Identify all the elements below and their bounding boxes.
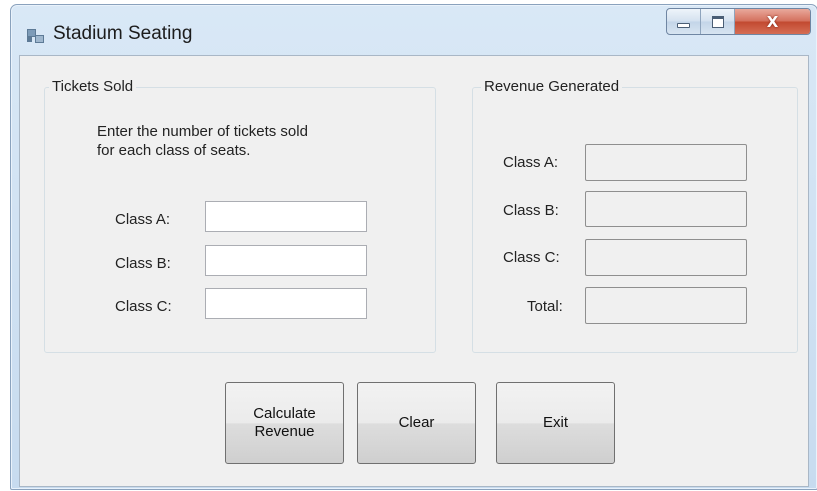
revenue-total-output — [585, 287, 747, 324]
maximize-button[interactable] — [701, 9, 735, 34]
clear-button[interactable]: Clear — [357, 382, 476, 464]
revenue-class-b-label: Class B: — [503, 202, 559, 219]
revenue-total-label: Total: — [527, 298, 563, 315]
minimize-button[interactable] — [667, 9, 701, 34]
revenue-class-b-output — [585, 191, 747, 227]
calculate-revenue-button[interactable]: Calculate Revenue — [225, 382, 344, 464]
window-controls: X — [666, 8, 811, 35]
revenue-class-a-label: Class A: — [503, 154, 559, 171]
tickets-class-a-input[interactable] — [205, 201, 367, 232]
tickets-class-c-input[interactable] — [205, 288, 367, 319]
tickets-class-a-label: Class A: — [115, 211, 171, 228]
stadium-seating-window: Stadium Seating X Tickets Sold Enter the… — [10, 4, 817, 490]
revenue-class-c-output — [585, 239, 747, 276]
tickets-class-c-label: Class C: — [115, 298, 172, 315]
tickets-sold-group: Tickets Sold Enter the number of tickets… — [44, 78, 436, 353]
form-icon — [27, 29, 44, 43]
window-title: Stadium Seating — [53, 23, 193, 44]
revenue-generated-legend: Revenue Generated — [481, 78, 623, 95]
title-bar[interactable]: Stadium Seating X — [11, 5, 817, 57]
close-button[interactable]: X — [735, 9, 810, 34]
revenue-class-c-label: Class C: — [503, 249, 560, 266]
maximize-icon — [711, 15, 724, 28]
form-client-area: Tickets Sold Enter the number of tickets… — [19, 55, 809, 487]
tickets-class-b-input[interactable] — [205, 245, 367, 276]
revenue-class-a-output — [585, 144, 747, 181]
tickets-sold-legend: Tickets Sold — [49, 78, 137, 95]
tickets-class-b-label: Class B: — [115, 255, 171, 272]
instructions-text: Enter the number of tickets sold for eac… — [97, 123, 308, 159]
minimize-icon — [677, 23, 690, 28]
close-icon: X — [766, 12, 779, 31]
revenue-generated-group: Revenue Generated Class A: Class B: Clas… — [472, 78, 798, 353]
exit-button[interactable]: Exit — [496, 382, 615, 464]
